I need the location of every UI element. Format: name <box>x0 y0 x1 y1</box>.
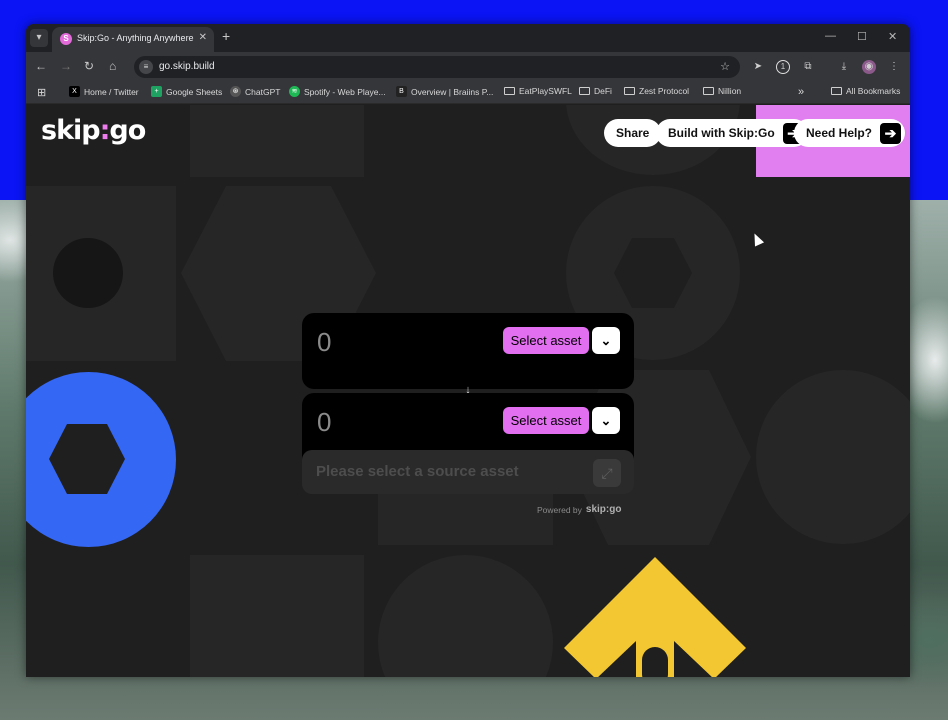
bookmark-folder[interactable]: DeFi <box>579 86 612 96</box>
maximize-icon[interactable]: ☐ <box>857 30 867 43</box>
bookmark-label: DeFi <box>594 86 612 96</box>
more-bookmarks-icon[interactable]: » <box>798 86 804 98</box>
reload-icon[interactable]: ↻ <box>84 59 94 73</box>
logo-text-skip: skip <box>41 115 101 146</box>
logo-text-go: go <box>109 115 146 146</box>
new-tab-plus-icon[interactable]: + <box>222 29 230 43</box>
folder-icon <box>579 87 590 95</box>
arrow-right-icon: ➔ <box>880 122 902 144</box>
sheets-icon: + <box>151 86 162 97</box>
help-label: Need Help? <box>806 126 873 140</box>
browser-toolbar: ← → ↻ ⌂ ≡ go.skip.build ☆ ➤ 1 ⧉ ⤓ ◉ ⋮ <box>26 52 910 82</box>
bookmark-label: Overview | Braiins P... <box>411 86 494 97</box>
folder-icon <box>703 87 714 95</box>
bookmark-item[interactable]: X Home / Twitter <box>69 86 139 97</box>
bookmark-label: Google Sheets <box>166 86 223 97</box>
bookmark-item[interactable]: ≋ Spotify - Web Playe... <box>289 86 386 97</box>
need-help-button[interactable]: Need Help? ➔ <box>794 119 906 147</box>
bookmarks-bar: ⊞ X Home / Twitter + Google Sheets ⊛ Cha… <box>26 82 910 104</box>
build-with-skip-go-button[interactable]: Build with Skip:Go ➔ <box>656 119 808 147</box>
source-asset-card: 0 Select asset ⌄ <box>302 313 634 389</box>
skip-go-logo[interactable]: skip:go <box>41 115 146 146</box>
bookmark-label: Nillion <box>718 86 742 96</box>
bg-square-shape <box>26 186 176 361</box>
chrome-menu-icon[interactable]: ⋮ <box>887 60 901 74</box>
bg-square-shape <box>190 555 364 677</box>
window-close-icon[interactable]: ✕ <box>888 30 897 43</box>
source-select-asset-button[interactable]: Select asset <box>503 327 589 354</box>
bg-square-shape <box>190 105 364 177</box>
bg-hole-shape <box>53 238 123 308</box>
tab-search-chevron-icon[interactable]: ▾ <box>30 29 48 47</box>
folder-icon <box>504 87 515 95</box>
logo-separator: : <box>99 115 111 146</box>
downloads-icon[interactable]: ⤓ <box>837 60 851 74</box>
bookmark-star-icon[interactable]: ☆ <box>720 60 730 73</box>
bookmark-folder[interactable]: EatPlaySWFL <box>504 86 572 96</box>
forward-icon[interactable]: → <box>60 59 72 73</box>
destination-amount-input[interactable]: 0 <box>317 407 331 438</box>
powered-by-logo: skip:go <box>585 504 622 515</box>
bookmark-label: EatPlaySWFL <box>519 86 572 96</box>
powered-by: Powered by skip:go <box>537 504 621 515</box>
braiins-icon: B <box>396 86 407 97</box>
bookmark-item[interactable]: B Overview | Braiins P... <box>396 86 493 97</box>
share-button[interactable]: Share <box>604 119 662 147</box>
site-info-icon[interactable]: ≡ <box>139 60 153 74</box>
folder-icon <box>624 87 635 95</box>
url-text: go.skip.build <box>159 61 215 72</box>
address-bar[interactable]: ≡ go.skip.build ☆ <box>134 56 740 78</box>
swap-action-button[interactable]: Please select a source asset ⤢ <box>302 450 634 494</box>
swap-action-label: Please select a source asset <box>316 463 519 480</box>
skip-go-page: skip:go Share Build with Skip:Go ➔ Need … <box>26 105 910 677</box>
bg-circle-shape <box>378 555 553 677</box>
mouse-cursor-icon <box>749 231 765 247</box>
destination-select-asset-button[interactable]: Select asset <box>503 407 589 434</box>
extension-arrow-icon[interactable]: ➤ <box>751 60 765 74</box>
browser-window: ▾ S Skip:Go - Anything Anywhere ✕ + — ☐ … <box>26 24 910 677</box>
chatgpt-icon: ⊛ <box>230 86 241 97</box>
expand-icon[interactable]: ⤢ <box>593 459 621 487</box>
skip-favicon-icon: S <box>60 33 72 45</box>
tab-title: Skip:Go - Anything Anywhere <box>77 33 194 43</box>
bg-circle-shape <box>756 370 910 544</box>
powered-by-text: Powered by <box>537 504 582 515</box>
source-amount-input[interactable]: 0 <box>317 327 331 358</box>
blue-ring-shape <box>26 372 176 547</box>
bookmark-label: Spotify - Web Playe... <box>304 86 386 97</box>
folder-icon <box>831 87 842 95</box>
tab-active[interactable]: S Skip:Go - Anything Anywhere ✕ <box>52 27 214 52</box>
yellow-arrow-shape <box>564 557 746 677</box>
minimize-icon[interactable]: — <box>825 30 836 42</box>
bg-hexagon-hole-shape <box>614 238 692 308</box>
tab-close-icon[interactable]: ✕ <box>199 32 207 43</box>
bookmark-label: Zest Protocol <box>639 86 690 96</box>
bookmark-folder[interactable]: Nillion <box>703 86 741 96</box>
chevron-down-icon[interactable]: ⌄ <box>592 407 620 434</box>
share-label: Share <box>616 126 650 140</box>
back-icon[interactable]: ← <box>35 59 47 73</box>
blue-ring-hexagon-hole <box>49 424 125 494</box>
bookmark-item[interactable]: ⊛ ChatGPT <box>230 86 280 97</box>
password-manager-icon[interactable]: 1 <box>776 60 790 74</box>
home-icon[interactable]: ⌂ <box>109 59 116 73</box>
spotify-icon: ≋ <box>289 86 300 97</box>
bookmark-label: ChatGPT <box>245 86 281 97</box>
apps-grid-icon[interactable]: ⊞ <box>37 86 46 99</box>
chevron-down-icon[interactable]: ⌄ <box>592 327 620 354</box>
tab-strip: ▾ S Skip:Go - Anything Anywhere ✕ + — ☐ … <box>26 24 910 52</box>
profile-avatar[interactable]: ◉ <box>862 60 876 74</box>
all-bookmarks-folder[interactable]: All Bookmarks <box>831 86 900 96</box>
bookmark-label: All Bookmarks <box>846 86 901 96</box>
extensions-puzzle-icon[interactable]: ⧉ <box>801 60 815 74</box>
bookmark-item[interactable]: + Google Sheets <box>151 86 222 97</box>
bookmark-label: Home / Twitter <box>84 86 139 97</box>
x-icon: X <box>69 86 80 97</box>
bookmark-folder[interactable]: Zest Protocol <box>624 86 689 96</box>
build-label: Build with Skip:Go <box>668 126 775 140</box>
